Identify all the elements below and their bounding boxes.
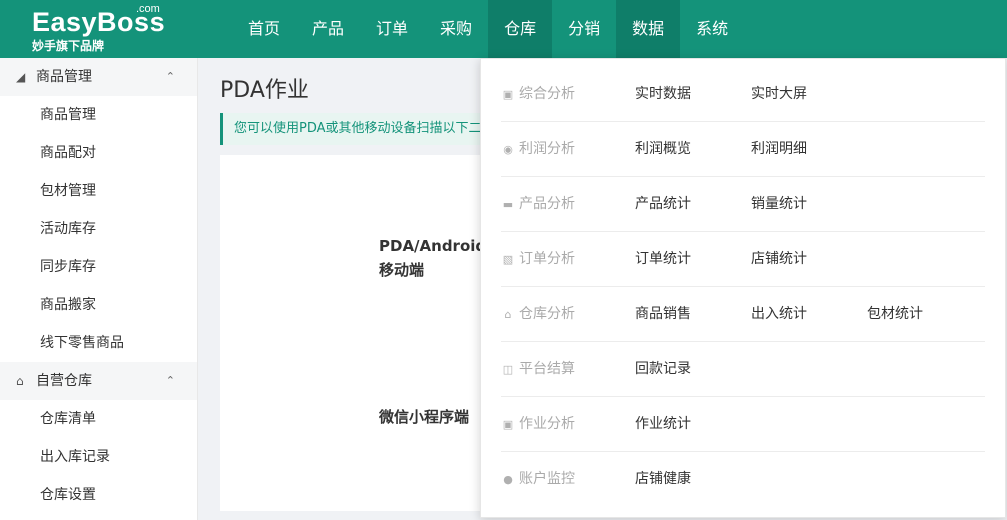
dropdown-item-operation-stats[interactable]: 作业统计 (635, 397, 691, 452)
dropdown-category-label: 产品分析 (519, 196, 575, 212)
dropdown-category: ▣ 综合分析 (501, 67, 575, 122)
nav-orders[interactable]: 订单 (360, 0, 424, 58)
dropdown-category: ◉ 利润分析 (501, 122, 575, 177)
dropdown-category-label: 订单分析 (519, 251, 575, 267)
briefcase-icon: ▣ (502, 88, 514, 101)
dropdown-category: ▧ 订单分析 (501, 232, 575, 287)
dropdown-category: ▣ 作业分析 (501, 397, 575, 452)
dropdown-item-store-stats[interactable]: 店铺统计 (751, 232, 807, 287)
sidebar-item-sync-stock[interactable]: 同步库存 (0, 248, 197, 286)
nav-distribution[interactable]: 分销 (552, 0, 616, 58)
dropdown-category-label: 利润分析 (519, 141, 575, 157)
sidebar-item-product-management[interactable]: 商品管理 (0, 96, 197, 134)
pda-options-card: PDA/Android 移动端 微信小程序端 (220, 155, 490, 511)
logo[interactable]: EasyBoss .com 妙手旗下品牌 (32, 3, 165, 53)
page-title: PDA作业 (220, 78, 309, 103)
wechat-miniprogram-option[interactable]: 微信小程序端 (379, 405, 491, 429)
pda-android-subtitle: 移动端 (379, 261, 425, 279)
sidebar-item-packaging[interactable]: 包材管理 (0, 172, 197, 210)
warehouse-icon: ⌂ (16, 374, 24, 388)
dropdown-row-account: ● 账户监控 店铺健康 (481, 452, 1007, 507)
sidebar-item-warehouse-list[interactable]: 仓库清单 (0, 400, 197, 438)
sidebar-item-product-pairing[interactable]: 商品配对 (0, 134, 197, 172)
data-dropdown-menu: ▣ 综合分析 实时数据 实时大屏 ◉ 利润分析 利润概览 利润明细 ▬ 产品分析 产品… (480, 58, 1006, 518)
dropdown-item-sales-stats[interactable]: 销量统计 (751, 177, 807, 232)
dropdown-item-packaging-stats[interactable]: 包材统计 (867, 287, 923, 342)
sidebar: ◢ 商品管理 ⌃ 商品管理 商品配对 包材管理 活动库存 同步库存 商品搬家 线下… (0, 58, 198, 520)
dropdown-row-warehouse: ⌂ 仓库分析 商品销售 出入统计 包材统计 (481, 287, 1007, 342)
warehouse-icon: ⌂ (504, 308, 512, 321)
dropdown-item-inout-stats[interactable]: 出入统计 (751, 287, 807, 342)
sidebar-group-label: 商品管理 (36, 69, 92, 85)
main-nav: 首页 产品 订单 采购 仓库 分销 数据 系统 (232, 0, 744, 58)
dropdown-row-product: ▬ 产品分析 产品统计 销量统计 (481, 177, 1007, 232)
logo-com: .com (136, 3, 160, 15)
dropdown-item-realtime-data[interactable]: 实时数据 (635, 67, 691, 122)
sidebar-item-activity-stock[interactable]: 活动库存 (0, 210, 197, 248)
nav-home[interactable]: 首页 (232, 0, 296, 58)
dropdown-category-label: 综合分析 (519, 86, 575, 102)
sidebar-group-own-warehouse[interactable]: ⌂ 自营仓库 ⌃ (0, 362, 197, 400)
pda-android-option[interactable]: PDA/Android 移动端 (379, 234, 491, 282)
dropdown-category: ⌂ 仓库分析 (501, 287, 576, 342)
dropdown-category-label: 平台结算 (519, 361, 575, 377)
dropdown-row-settlement: ◫ 平台结算 回款记录 (481, 342, 1007, 397)
dropdown-category: ◫ 平台结算 (501, 342, 575, 397)
dropdown-row-profit: ◉ 利润分析 利润概览 利润明细 (481, 122, 1007, 177)
coin-icon: ◉ (503, 143, 513, 156)
chevron-up-icon: ⌃ (165, 70, 175, 83)
dropdown-item-payment-records[interactable]: 回款记录 (635, 342, 691, 397)
dropdown-item-profit-detail[interactable]: 利润明细 (751, 122, 807, 177)
dropdown-item-product-stats[interactable]: 产品统计 (635, 177, 691, 232)
sidebar-item-product-move[interactable]: 商品搬家 (0, 286, 197, 324)
dropdown-item-store-health[interactable]: 店铺健康 (635, 452, 691, 507)
info-notice: 您可以使用PDA或其他移动设备扫描以下二 (220, 113, 490, 145)
nav-data[interactable]: 数据 (616, 0, 681, 58)
bar-chart-icon: ▧ (502, 253, 514, 266)
sidebar-item-inout-records[interactable]: 出入库记录 (0, 438, 197, 476)
sidebar-group-product-management[interactable]: ◢ 商品管理 ⌃ (0, 58, 197, 96)
card-icon: ▬ (502, 198, 514, 211)
dropdown-row-order: ▧ 订单分析 订单统计 店铺统计 (481, 232, 1007, 287)
nav-purchase[interactable]: 采购 (424, 0, 488, 58)
logo-tagline: 妙手旗下品牌 (32, 39, 105, 53)
dropdown-category-label: 仓库分析 (519, 306, 575, 322)
dropdown-item-realtime-screen[interactable]: 实时大屏 (751, 67, 807, 122)
chevron-up-icon: ⌃ (165, 374, 175, 387)
dropdown-row-operation: ▣ 作业分析 作业统计 (481, 397, 1007, 452)
nav-products[interactable]: 产品 (296, 0, 360, 58)
dropdown-row-overall: ▣ 综合分析 实时数据 实时大屏 (481, 67, 1007, 122)
dropdown-item-goods-sales[interactable]: 商品销售 (635, 287, 691, 342)
user-icon: ● (503, 473, 513, 486)
nav-system[interactable]: 系统 (680, 0, 744, 58)
dropdown-category-label: 作业分析 (519, 416, 575, 432)
tag-icon: ◢ (16, 70, 26, 84)
sidebar-group-label: 自营仓库 (36, 373, 92, 389)
dropdown-category: ● 账户监控 (501, 452, 575, 507)
dropdown-category-label: 账户监控 (519, 471, 575, 487)
briefcase-icon: ▣ (502, 418, 514, 431)
database-icon: ◫ (502, 363, 514, 376)
nav-warehouse[interactable]: 仓库 (488, 0, 553, 58)
dropdown-item-order-stats[interactable]: 订单统计 (635, 232, 691, 287)
top-navbar: EasyBoss .com 妙手旗下品牌 首页 产品 订单 采购 仓库 分销 数… (0, 0, 1007, 58)
dropdown-item-profit-overview[interactable]: 利润概览 (635, 122, 691, 177)
sidebar-item-warehouse-settings[interactable]: 仓库设置 (0, 476, 197, 514)
dropdown-category: ▬ 产品分析 (501, 177, 575, 232)
pda-android-title: PDA/Android (379, 237, 487, 255)
sidebar-item-offline-retail[interactable]: 线下零售商品 (0, 324, 197, 362)
